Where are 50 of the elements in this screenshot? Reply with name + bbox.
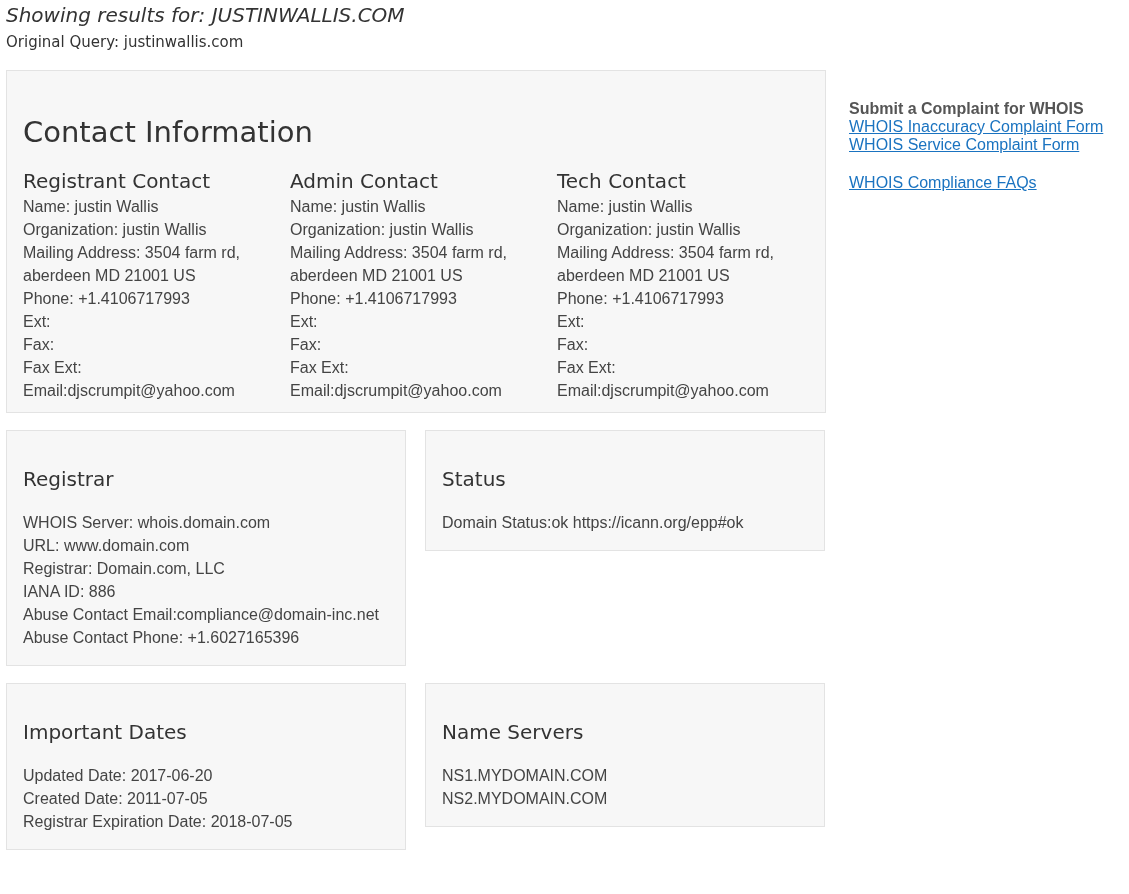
complaint-link[interactable]: WHOIS Compliance FAQs: [849, 174, 1037, 192]
results-title: Showing results for: JUSTINWALLIS.COM: [6, 3, 406, 27]
complaint-heading: Submit a Complaint for WHOIS: [849, 100, 1085, 118]
contact-field: Mailing Address: 3504 farm rd, aberdeen MD 21001 US: [290, 241, 557, 287]
card-title: Name Servers: [442, 720, 585, 744]
contact-heading: Tech Contact: [557, 169, 687, 193]
info-field: WHOIS Server: whois.domain.com: [23, 511, 389, 534]
contact-field: Ext:: [557, 310, 807, 333]
contact-field: Organization: justin Wallis: [23, 218, 290, 241]
section-title: Contact Information: [23, 115, 314, 149]
info-field: Registrar: Domain.com, LLC: [23, 557, 389, 580]
contact-field: Phone: +1.4106717993: [557, 287, 807, 310]
contact-field: Ext:: [290, 310, 557, 333]
complaint-link[interactable]: WHOIS Service Complaint Form: [849, 136, 1080, 154]
contact-field: Fax Ext:: [23, 356, 290, 379]
info-field: Registrar Expiration Date: 2018-07-05: [23, 810, 389, 833]
info-field: NS1.MYDOMAIN.COM: [442, 764, 808, 787]
info-field: Created Date: 2011-07-05: [23, 787, 389, 810]
contact-field: Ext:: [23, 310, 290, 333]
contact-field: Name: justin Wallis: [290, 195, 557, 218]
contact-field: Fax Ext:: [290, 356, 557, 379]
original-query: Original Query: justinwallis.com: [6, 33, 245, 51]
contact-field: Email:djscrumpit@yahoo.com: [23, 379, 290, 402]
info-field: URL: www.domain.com: [23, 534, 389, 557]
info-field: Updated Date: 2017-06-20: [23, 764, 389, 787]
contact-field: Organization: justin Wallis: [290, 218, 557, 241]
card-title: Important Dates: [23, 720, 188, 744]
contact-field: Fax:: [23, 333, 290, 356]
contact-field: Name: justin Wallis: [23, 195, 290, 218]
info-field: Abuse Contact Phone: +1.6027165396: [23, 626, 389, 649]
contact-field: Email:djscrumpit@yahoo.com: [290, 379, 557, 402]
info-field: Abuse Contact Email:compliance@domain-inc.net: [23, 603, 389, 626]
contact-field: Fax:: [557, 333, 807, 356]
card-title: Registrar: [23, 467, 115, 491]
contact-heading: Registrant Contact: [23, 169, 211, 193]
contact-field: Fax Ext:: [557, 356, 807, 379]
info-field: IANA ID: 886: [23, 580, 389, 603]
card-title: Status: [442, 467, 507, 491]
contact-field: Mailing Address: 3504 farm rd, aberdeen MD 21001 US: [23, 241, 290, 287]
contact-field: Email:djscrumpit@yahoo.com: [557, 379, 807, 402]
complaint-link[interactable]: WHOIS Inaccuracy Complaint Form: [849, 118, 1104, 136]
contact-field: Name: justin Wallis: [557, 195, 807, 218]
info-field: Domain Status:ok https://icann.org/epp#ok: [442, 511, 808, 534]
contact-field: Mailing Address: 3504 farm rd, aberdeen MD 21001 US: [557, 241, 807, 287]
contact-field: Phone: +1.4106717993: [23, 287, 290, 310]
contact-field: Phone: +1.4106717993: [290, 287, 557, 310]
contact-heading: Admin Contact: [290, 169, 439, 193]
info-field: NS2.MYDOMAIN.COM: [442, 787, 808, 810]
contact-field: Organization: justin Wallis: [557, 218, 807, 241]
contact-field: Fax:: [290, 333, 557, 356]
